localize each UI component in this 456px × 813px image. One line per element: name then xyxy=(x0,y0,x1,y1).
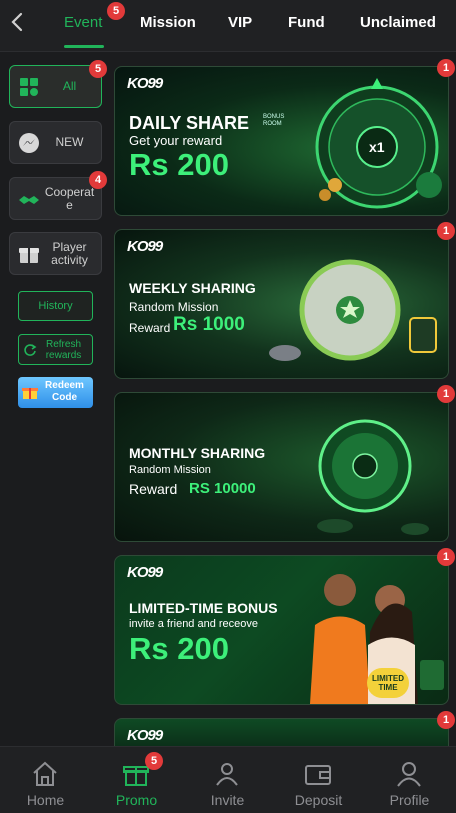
refresh-icon xyxy=(24,344,37,356)
handshake-icon xyxy=(19,195,39,204)
active-tab-indicator xyxy=(64,45,104,48)
nav-promo-badge: 5 xyxy=(145,752,163,770)
sidebar-cooperate-badge: 4 xyxy=(89,171,107,189)
refresh-rewards-label: Refresh rewards xyxy=(45,339,82,361)
nav-label: Promo xyxy=(115,792,158,808)
banner-title: LIMITED-TIME BONUS xyxy=(129,600,278,616)
messenger-icon xyxy=(19,132,39,153)
prize-wheel-icon xyxy=(269,259,437,361)
sidebar-all-badge: 5 xyxy=(89,60,107,78)
tab-event[interactable]: Event xyxy=(64,14,102,31)
sidebar-item-label: All xyxy=(62,79,77,93)
tab-event-badge: 5 xyxy=(107,2,125,20)
banner-amount: Rs 1000 xyxy=(173,314,245,335)
banner-subtitle: Random Mission xyxy=(129,300,219,314)
brand-logo: KO99 xyxy=(127,238,163,255)
prize-wheel-icon xyxy=(317,419,429,535)
banner-badge: 1 xyxy=(437,711,455,729)
sidebar-item-cooperate[interactable]: Cooperate xyxy=(9,177,102,220)
top-tab-bar: Event 5 Mission VIP Fund Unclaimed xyxy=(0,0,456,52)
bottom-navigation: Home Promo 5 Invite Deposit Profile xyxy=(0,746,456,813)
grid-icon xyxy=(20,77,38,96)
banner-subtitle: Get your reward xyxy=(129,133,223,148)
banner-subtitle: Random Mission xyxy=(129,464,211,476)
sidebar-item-label: Cooperate xyxy=(44,184,95,212)
wheel-center-text: x1 xyxy=(369,139,385,155)
promo-banner-limited-time-bonus[interactable]: KO99 LIMITED-TIME BONUS invite a friend … xyxy=(114,555,449,705)
profile-icon xyxy=(397,762,421,787)
sidebar-item-all[interactable]: All xyxy=(9,65,102,108)
promo-banner-monthly-sharing[interactable]: MONTHLY SHARING Random Mission Reward RS… xyxy=(114,392,449,542)
gift-icon xyxy=(19,247,39,263)
nav-home[interactable]: Home xyxy=(0,747,91,813)
nav-promo[interactable]: Promo xyxy=(91,747,182,813)
people-illustration xyxy=(310,574,444,704)
banner-amount: RS 10000 xyxy=(189,480,256,497)
banner-badge: 1 xyxy=(437,222,455,240)
invite-people-icon xyxy=(216,763,238,786)
banner-title: MONTHLY SHARING xyxy=(129,445,266,461)
brand-logo: KO99 xyxy=(127,564,163,581)
sidebar-item-label: NEW xyxy=(55,135,84,149)
banner-title: WEEKLY SHARING xyxy=(129,280,256,296)
limited-time-tag: LIMITED TIME xyxy=(367,668,409,698)
promo-banner-weekly-sharing[interactable]: KO99 WEEKLY SHARING Random Mission Rewar… xyxy=(114,229,449,379)
room-label: BONUS ROOM xyxy=(263,114,285,127)
tab-mission[interactable]: Mission xyxy=(140,14,196,31)
nav-invite[interactable]: Invite xyxy=(182,747,273,813)
banner-subtitle: invite a friend and receove xyxy=(129,618,259,630)
banner-badge: 1 xyxy=(437,548,455,566)
promo-banner-partial[interactable]: KO99 xyxy=(114,718,449,746)
banner-title: DAILY SHARE xyxy=(129,113,250,133)
nav-deposit[interactable]: Deposit xyxy=(273,747,364,813)
banner-badge: 1 xyxy=(437,385,455,403)
banner-amount: Rs 200 xyxy=(129,631,229,666)
brand-logo: KO99 xyxy=(127,75,163,92)
redeem-code-button[interactable]: Redeem Code xyxy=(18,377,93,408)
nav-label: Invite xyxy=(210,792,245,808)
promo-banner-daily-share[interactable]: KO99 DAILY SHARE Get your reward Rs 200 … xyxy=(114,66,449,216)
wallet-icon xyxy=(305,765,331,785)
redeem-code-label: Redeem Code xyxy=(45,380,84,403)
banner-reward-prefix: Reward xyxy=(129,481,178,497)
back-arrow-icon[interactable] xyxy=(6,10,30,34)
tab-fund[interactable]: Fund xyxy=(288,14,325,31)
refresh-rewards-button[interactable]: Refresh rewards xyxy=(18,334,93,365)
tab-vip[interactable]: VIP xyxy=(228,14,252,31)
sidebar-item-player-activity[interactable]: Player activity xyxy=(9,232,102,275)
gift-box-icon xyxy=(22,388,38,399)
sidebar-item-label: Player activity xyxy=(51,239,88,267)
banner-badge: 1 xyxy=(437,59,455,77)
sidebar-item-new[interactable]: NEW xyxy=(9,121,102,164)
nav-label: Deposit xyxy=(294,792,343,808)
history-button[interactable]: History xyxy=(18,291,93,321)
nav-profile[interactable]: Profile xyxy=(364,747,455,813)
nav-label: Home xyxy=(26,792,65,808)
brand-logo: KO99 xyxy=(127,727,163,744)
banner-reward-prefix: Reward xyxy=(129,321,171,335)
banner-amount: Rs 200 xyxy=(129,147,229,182)
home-icon xyxy=(33,761,57,786)
tab-unclaimed[interactable]: Unclaimed xyxy=(360,14,436,31)
nav-label: Profile xyxy=(389,792,430,808)
